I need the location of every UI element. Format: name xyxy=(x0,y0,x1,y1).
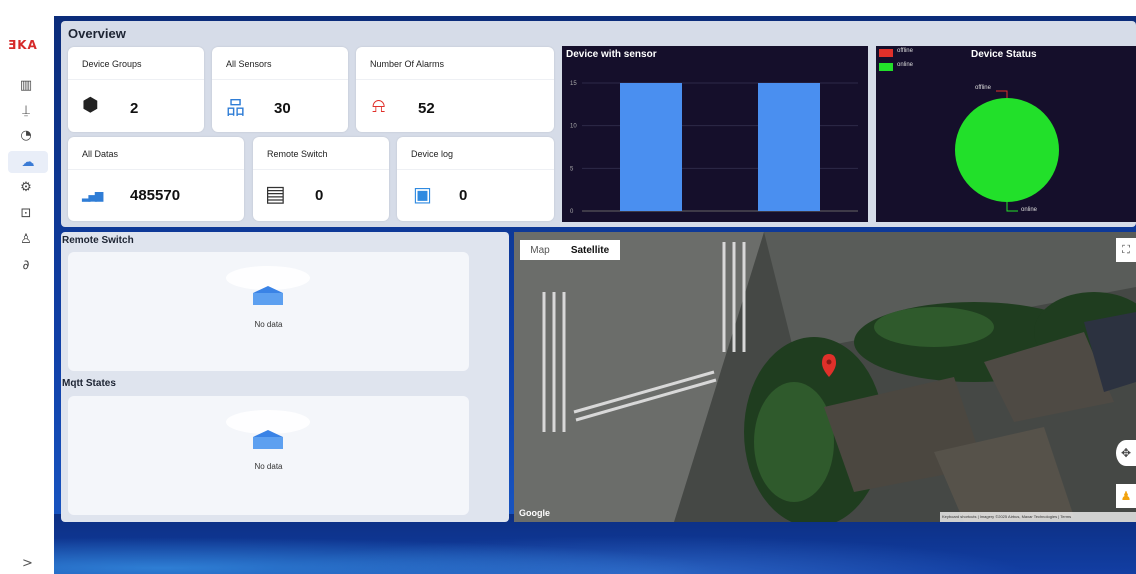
card-device-groups[interactable]: Device Groups ⬢ 2 xyxy=(68,47,204,132)
card-number-of-alarms[interactable]: Number Of Alarms ⍾ 52 xyxy=(356,47,554,132)
card-label: All Sensors xyxy=(226,59,272,69)
user-icon[interactable]: ♙ xyxy=(14,228,38,250)
street-view-pegman-icon[interactable]: ♟ xyxy=(1116,484,1136,508)
bar-chart-icon[interactable]: ▥ xyxy=(14,74,38,96)
device-status-chart: Device Status offline online offline onl… xyxy=(876,46,1136,222)
data-bars-icon: ▂▄▆ xyxy=(82,189,103,202)
map-imagery xyxy=(514,232,1136,522)
pan-control-icon[interactable]: ✥ xyxy=(1116,440,1136,466)
network-icon: 品 xyxy=(226,97,246,119)
bar[interactable] xyxy=(620,83,682,211)
lower-left-panel: Remote Switch No data Mqtt States No dat… xyxy=(61,232,509,522)
card-device-log[interactable]: Device log ▣ 0 xyxy=(397,137,554,221)
y-tick-label: 0 xyxy=(570,209,574,215)
cube-icon: ⬢ xyxy=(82,94,99,116)
empty-box-icon xyxy=(226,266,310,305)
card-label: Remote Switch xyxy=(267,149,328,159)
card-divider xyxy=(397,169,554,170)
card-value: 30 xyxy=(274,100,291,117)
card-label: Device Groups xyxy=(82,59,142,69)
satellite-map[interactable]: Map Satellite ⛶ ✥ ♟ Google Keyboard shor… xyxy=(514,232,1136,522)
pie-label-online: online xyxy=(1021,207,1038,213)
card-divider xyxy=(68,79,204,80)
pie-chart-svg xyxy=(955,90,1059,212)
card-divider xyxy=(356,79,554,80)
remote-switch-title: Remote Switch xyxy=(62,235,134,246)
card-value: 2 xyxy=(130,100,139,117)
card-all-sensors[interactable]: All Sensors 品 30 xyxy=(212,47,348,132)
card-label: Number Of Alarms xyxy=(370,59,445,69)
report-icon[interactable]: ⊡ xyxy=(14,202,38,224)
pie-label-offline: offline xyxy=(975,85,991,91)
settings-icon[interactable]: ⚙ xyxy=(14,176,38,198)
clipboard-icon: ▣ xyxy=(413,182,432,206)
card-value: 0 xyxy=(459,187,468,204)
sidebar: ƎKA ▥ ⍊ ◔ ☁ ⚙ ⊡ ♙ ∂ > xyxy=(0,0,54,574)
card-label: All Datas xyxy=(82,149,119,159)
y-tick-label: 15 xyxy=(570,81,577,87)
no-data-text: No data xyxy=(254,462,283,471)
fullscreen-icon[interactable]: ⛶ xyxy=(1116,238,1136,262)
card-label: Device log xyxy=(411,149,454,159)
pie-slice-online[interactable] xyxy=(955,98,1059,202)
empty-box-icon xyxy=(226,410,310,449)
card-divider xyxy=(212,79,348,80)
card-remote-switch[interactable]: Remote Switch ▤ 0 xyxy=(253,137,389,221)
satellite-tab[interactable]: Satellite xyxy=(560,240,620,260)
map-tab[interactable]: Map xyxy=(520,240,560,260)
cloud-icon[interactable]: ☁ xyxy=(8,151,48,173)
device-with-sensor-chart: Device with sensor 0 5 10 15 xyxy=(562,46,868,222)
pie-leader-line xyxy=(1006,202,1018,212)
card-value: 52 xyxy=(418,100,435,117)
card-divider xyxy=(253,169,389,170)
bar[interactable] xyxy=(758,83,820,211)
pie-chart-icon[interactable]: ◔ xyxy=(14,124,38,146)
mqtt-states-empty-state: No data xyxy=(68,396,469,515)
collapse-sidebar-button[interactable]: > xyxy=(22,556,33,571)
card-value: 485570 xyxy=(130,187,181,204)
card-value: 0 xyxy=(315,187,324,204)
mqtt-states-title: Mqtt States xyxy=(62,378,116,389)
card-all-datas[interactable]: All Datas ▂▄▆ 485570 xyxy=(68,137,244,221)
bar-chart-svg: 0 5 10 15 xyxy=(570,81,858,215)
y-tick-label: 5 xyxy=(570,166,574,172)
google-logo: Google xyxy=(519,508,550,518)
overview-title: Overview xyxy=(68,26,126,41)
remote-switch-empty-state: No data xyxy=(68,252,469,371)
no-data-text: No data xyxy=(254,320,283,329)
y-tick-label: 10 xyxy=(570,124,577,130)
link-icon[interactable]: ∂ xyxy=(14,254,38,276)
pie-leader-line xyxy=(996,90,1008,98)
card-divider xyxy=(68,169,244,170)
siren-icon: ⍾ xyxy=(372,93,386,117)
alarm-icon[interactable]: ⍊ xyxy=(14,99,38,121)
server-clock-icon: ▤ xyxy=(265,182,286,207)
brand-logo: ƎKA xyxy=(8,38,38,52)
map-attribution[interactable]: Keyboard shortcuts | Imagery ©2025 Airbu… xyxy=(940,512,1136,522)
